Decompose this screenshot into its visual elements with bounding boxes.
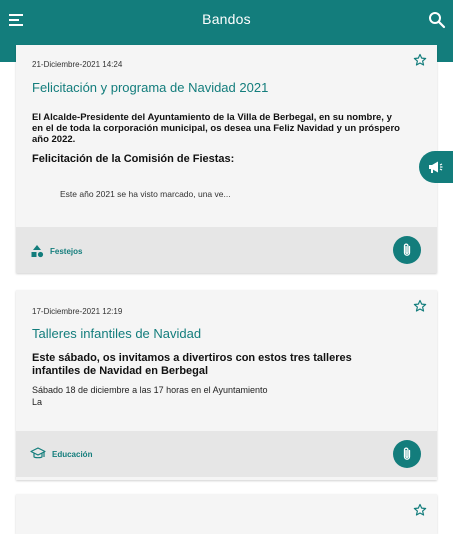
card-date: 21-Diciembre-2021 14:24: [32, 60, 123, 69]
paperclip-icon: [403, 243, 411, 256]
news-card[interactable]: 21-Diciembre-2021 14:24 Felicitación y p…: [16, 45, 437, 273]
star-icon[interactable]: [413, 53, 427, 67]
card-body: El Alcalde-Presidente del Ayuntamiento d…: [32, 112, 415, 145]
card-title[interactable]: Talleres infantiles de Navidad: [32, 326, 201, 341]
search-icon[interactable]: [426, 9, 448, 31]
star-icon[interactable]: [413, 299, 427, 313]
news-card[interactable]: 17-Diciembre-2021 12:19 Talleres infanti…: [16, 290, 437, 480]
attachment-button[interactable]: [393, 236, 421, 264]
category-label: Educación: [52, 449, 93, 459]
card-text-line: Sábado 18 de diciembre a las 17 horas en…: [32, 385, 268, 395]
body-line: año 2022.: [32, 134, 76, 145]
card-text-line: La: [32, 397, 43, 407]
category-tag[interactable]: Festejos: [30, 244, 82, 258]
card-excerpt: Este año 2021 se ha visto marcado, una v…: [60, 189, 231, 199]
card-footer: Educación: [16, 431, 437, 477]
lead-line: Este sábado, os invitamos a divertiros c…: [32, 352, 352, 364]
paperclip-icon: [403, 447, 411, 460]
card-title[interactable]: Felicitación y programa de Navidad 2021: [32, 80, 268, 95]
category-tag[interactable]: Educación: [30, 447, 92, 461]
attachment-button[interactable]: [393, 440, 421, 468]
app-bar: Bandos: [0, 0, 453, 46]
card-date: 17-Diciembre-2021 12:19: [32, 307, 123, 316]
lead-line: infantiles de Navidad en Berbegal: [32, 365, 209, 377]
card-footer: Festejos: [16, 227, 437, 273]
body-line: El Alcalde-Presidente del Ayuntamiento d…: [32, 112, 392, 123]
news-card[interactable]: [16, 494, 437, 534]
page-title: Bandos: [202, 11, 251, 27]
shapes-icon: [31, 245, 44, 258]
card-lead: Este sábado, os invitamos a divertiros c…: [32, 352, 412, 378]
star-icon[interactable]: [413, 503, 427, 517]
card-subheading: Felicitación de la Comisión de Fiestas:: [32, 153, 235, 165]
body-line: en el de toda la corporación municipal, …: [32, 123, 400, 134]
category-label: Festejos: [50, 246, 83, 256]
megaphone-icon: [429, 161, 443, 173]
announcement-button[interactable]: [419, 151, 453, 183]
graduation-cap-icon: [30, 447, 46, 459]
